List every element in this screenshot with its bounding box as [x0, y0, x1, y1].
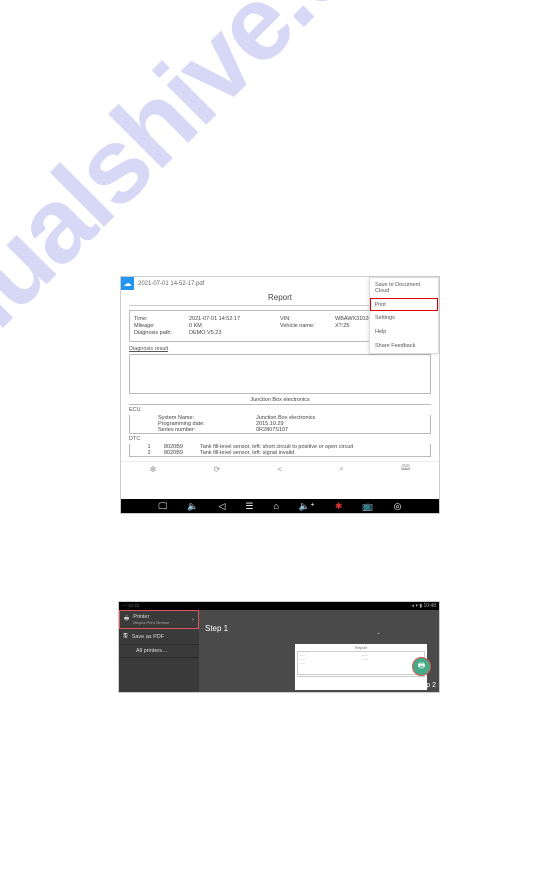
ecu-table: System Name:Junction Box electronics Pro…	[129, 415, 431, 434]
all-printers-option[interactable]: All printers…	[119, 645, 199, 658]
reload-icon[interactable]: ⟳	[213, 465, 220, 474]
app-toolbar: ✻ ⟳ < ⌕ 🕮	[121, 461, 439, 476]
dtc-heading: DTC	[129, 436, 431, 442]
dtc-desc: Tank fill-level sensor, left: signal inv…	[200, 450, 426, 456]
print-preview-page: Report ——————————	[295, 644, 427, 690]
menu-help[interactable]: Help	[370, 325, 438, 339]
cloud-icon: ☁	[121, 277, 134, 290]
ecu-heading: ECU	[129, 407, 431, 413]
print-fab[interactable]: 🖶	[412, 657, 431, 676]
chevron-right-icon: ›	[192, 617, 194, 623]
android-navbar: 🖵 🔈 ◁ ☰ ⌂ 🔈⁺ ✱ 📺 ◎	[121, 499, 439, 513]
meta-path-value: DEMO V5.23	[189, 330, 221, 336]
status-right: ◂ ▾ ▮ 10:48	[412, 603, 436, 609]
context-menu: Save to Document Cloud Print Settings He…	[369, 277, 439, 354]
menu-save-cloud[interactable]: Save to Document Cloud	[370, 278, 438, 298]
sub-heading-1: Junction Box electronics	[129, 396, 431, 405]
print-icon: 🖶	[418, 660, 426, 674]
filename: 2021-07-01 14-52-17.pdf	[134, 281, 204, 287]
printer-option[interactable]: 🖶 Printer Mopria Print Service ›	[119, 610, 199, 629]
printer-icon: 🖶	[124, 615, 129, 624]
share-icon[interactable]: <	[277, 465, 282, 474]
volume-up-icon[interactable]: 🔈⁺	[299, 501, 315, 512]
home-icon[interactable]: ⌂	[273, 501, 278, 511]
meta-path-label: Diagnosis path:	[134, 330, 189, 336]
back-icon[interactable]: ◁	[218, 501, 225, 512]
chevron-down-icon[interactable]: ⌄	[376, 629, 381, 636]
record-icon[interactable]: 📺	[362, 501, 373, 512]
status-left: ◦ ◦ ▭ ▭	[122, 603, 139, 609]
screenshot-2: ◦ ◦ ▭ ▭ ◂ ▾ ▮ 10:48 🖶 Printer Mopria Pri…	[118, 601, 440, 693]
empty-box	[129, 354, 431, 394]
meta-vname-label: Vehicle name:	[280, 323, 335, 329]
brightness-icon[interactable]: ✻	[150, 465, 157, 474]
screenshot-1: ☁ 2021-07-01 14-52-17.pdf Save to Docume…	[120, 276, 440, 514]
search-icon[interactable]: ⌕	[339, 464, 343, 474]
menu-settings[interactable]: Settings	[370, 311, 438, 325]
meta-mileage-value: 0 KM	[189, 323, 202, 329]
preview-title: Report	[296, 645, 426, 650]
printer-sub: Mopria Print Service	[133, 620, 169, 625]
recent-icon[interactable]: ☰	[245, 501, 253, 512]
dtc-code: 8020B9	[164, 450, 200, 456]
dtc-table: 18020B9Tank fill-level sensor, left: sho…	[129, 444, 431, 457]
meta-mileage-label: Mileage:	[134, 323, 189, 329]
volume-down-icon[interactable]: 🔈	[187, 501, 198, 512]
power-icon[interactable]: ◎	[394, 501, 402, 512]
print-preview-area: Step 1 ⌄ Report —————————— 🖶 Step 2	[199, 610, 439, 692]
ecu-row-value: 0R2807S107	[256, 427, 426, 433]
dtc-num: 2	[134, 450, 164, 456]
status-bar: ◦ ◦ ▭ ▭ ◂ ▾ ▮ 10:48	[119, 602, 439, 610]
meta-vin-label: VIN:	[280, 316, 335, 322]
save-pdf-option[interactable]: 🖫 Save as PDF	[119, 629, 199, 645]
meta-vname-value: X?:25	[335, 323, 349, 329]
screenshot-icon[interactable]: 🖵	[159, 501, 168, 512]
menu-print[interactable]: Print	[370, 298, 438, 311]
bluetooth-icon[interactable]: ✱	[335, 501, 343, 512]
menu-feedback[interactable]: Share Feedback	[370, 339, 438, 353]
meta-time-label: Time:	[134, 316, 189, 322]
pdf-label: Save as PDF	[132, 634, 164, 640]
ecu-row-label: Series number:	[134, 427, 256, 433]
meta-time-value: 2021-07-01 14:52:17	[189, 316, 240, 322]
pdf-icon: 🖫	[123, 632, 128, 641]
bookmark-icon[interactable]: 🕮	[401, 462, 410, 476]
step2-label: Step 2	[416, 682, 436, 689]
all-printers-label: All printers…	[136, 648, 167, 654]
printer-menu: 🖶 Printer Mopria Print Service › 🖫 Save …	[119, 610, 199, 692]
step1-label: Step 1	[205, 624, 228, 633]
